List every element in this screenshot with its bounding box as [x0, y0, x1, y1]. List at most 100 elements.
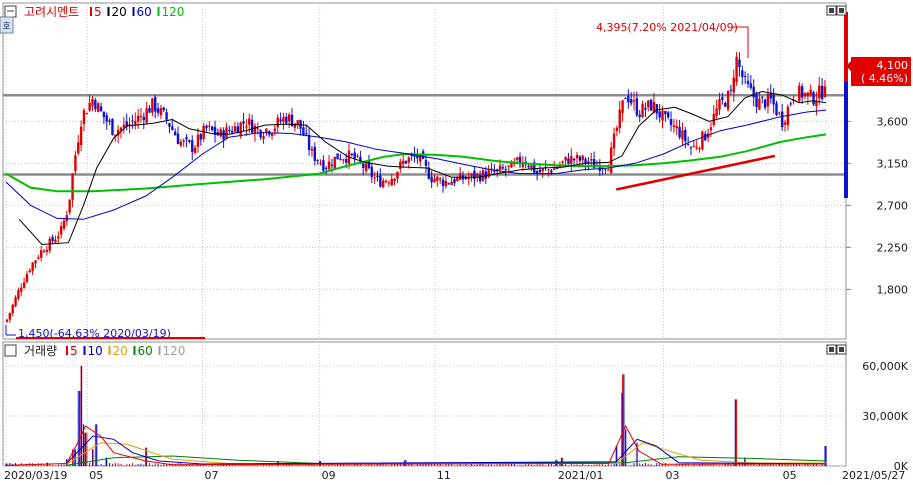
candle-body — [758, 98, 761, 110]
candle-body — [752, 86, 755, 98]
volume-y-axis: 0K30,000K60,000K — [862, 360, 908, 473]
candle-body — [45, 249, 49, 252]
candle-body — [282, 116, 285, 122]
candle-body — [276, 117, 279, 128]
candle-body — [763, 99, 767, 108]
candle-body — [393, 178, 396, 182]
candle-body — [339, 158, 342, 160]
candle-body — [239, 122, 242, 137]
candle-body — [28, 270, 31, 273]
candle-body — [233, 126, 237, 132]
volume-panel-frame — [2, 341, 847, 467]
close-icon — [839, 8, 844, 13]
candle-body — [769, 93, 772, 99]
candle-body — [644, 107, 647, 110]
candle-body — [775, 103, 778, 116]
candle-body — [436, 176, 439, 181]
price-y-tick-label: 3,150 — [877, 157, 909, 170]
candle-body — [655, 104, 658, 114]
candle-body — [575, 154, 579, 159]
candle-body — [296, 120, 299, 125]
candle-body — [342, 159, 345, 161]
candle-body — [798, 85, 801, 102]
close-icon — [839, 347, 844, 352]
candle-body — [136, 115, 140, 122]
candle-body — [77, 142, 80, 154]
candle-body — [447, 183, 450, 185]
x-tick-label: 2021/05/27 — [842, 469, 905, 481]
candle-body — [564, 156, 567, 161]
candle-body — [54, 239, 57, 243]
candle-body — [62, 220, 66, 229]
candle-body — [618, 109, 621, 129]
candle-body — [97, 103, 100, 113]
candle-body — [729, 89, 733, 91]
candle-body — [686, 143, 690, 145]
candle-body — [305, 133, 308, 135]
candle-body — [809, 89, 812, 96]
candle-body — [667, 112, 670, 118]
price-y-axis: 1,800 2,250 2,700 3,150 3,600 — [846, 115, 908, 296]
legend-item-label: 5 — [70, 344, 78, 358]
candle-body — [376, 175, 379, 178]
candle-body — [382, 180, 385, 188]
candle-body — [766, 93, 770, 107]
candle-body — [319, 163, 322, 165]
candle-body — [547, 169, 550, 171]
candle-body — [350, 153, 354, 155]
candle-body — [228, 129, 231, 132]
candle-body — [5, 319, 9, 322]
candle-body — [159, 108, 163, 116]
candle-body — [307, 135, 311, 150]
candle-body — [390, 178, 393, 185]
candle-body — [262, 136, 265, 140]
date-x-axis: 2020/03/19 05 07 09 11 2021/01 03 05 2021/05/27 — [4, 469, 905, 482]
candle-body — [74, 155, 77, 172]
candle-body — [681, 130, 684, 140]
candle-body — [370, 166, 373, 178]
candle-body — [456, 177, 459, 181]
candle-body — [399, 161, 402, 169]
candle-body — [34, 260, 37, 264]
candle-body — [572, 158, 576, 161]
candle-body — [441, 179, 445, 187]
candle-body — [484, 171, 487, 179]
candle-body — [439, 178, 442, 180]
legend-item-label: 10 — [88, 344, 103, 358]
legend-swatch — [83, 346, 86, 355]
current-price-change: ( 4.46%) — [861, 72, 908, 85]
candle-body — [85, 113, 88, 115]
candle-body — [102, 111, 106, 118]
candle-body — [99, 106, 103, 111]
candle-body — [712, 113, 715, 125]
candle-body — [612, 133, 616, 149]
candle-body — [287, 114, 291, 122]
price-panel-frame — [2, 2, 847, 340]
legend-swatch — [66, 346, 68, 355]
candle-body — [379, 175, 382, 187]
candle-body — [481, 170, 485, 181]
candle-body — [65, 215, 69, 222]
x-tick-label: 05 — [783, 469, 797, 481]
candle-body — [649, 99, 653, 111]
volume-panel-menu-button[interactable] — [4, 344, 17, 357]
candle-body — [695, 147, 698, 149]
candle-body — [800, 86, 804, 98]
price-y-tick-label: 1,800 — [877, 283, 909, 296]
candle-body — [364, 163, 368, 172]
candle-body — [478, 174, 482, 182]
candle-body — [803, 93, 807, 97]
candle-body — [504, 169, 507, 171]
candle-body — [450, 181, 453, 185]
legend-swatch — [157, 7, 160, 16]
legend-title: 거래량 — [24, 344, 57, 358]
candle-body — [145, 108, 148, 123]
candle-body — [325, 167, 328, 169]
candle-body — [570, 155, 573, 164]
candle-body — [538, 169, 542, 173]
candle-body — [199, 134, 202, 140]
candle-body — [498, 165, 502, 170]
candle-body — [755, 94, 758, 108]
candle-body — [31, 262, 34, 272]
x-tick-label: 2020/03/19 — [4, 469, 67, 481]
